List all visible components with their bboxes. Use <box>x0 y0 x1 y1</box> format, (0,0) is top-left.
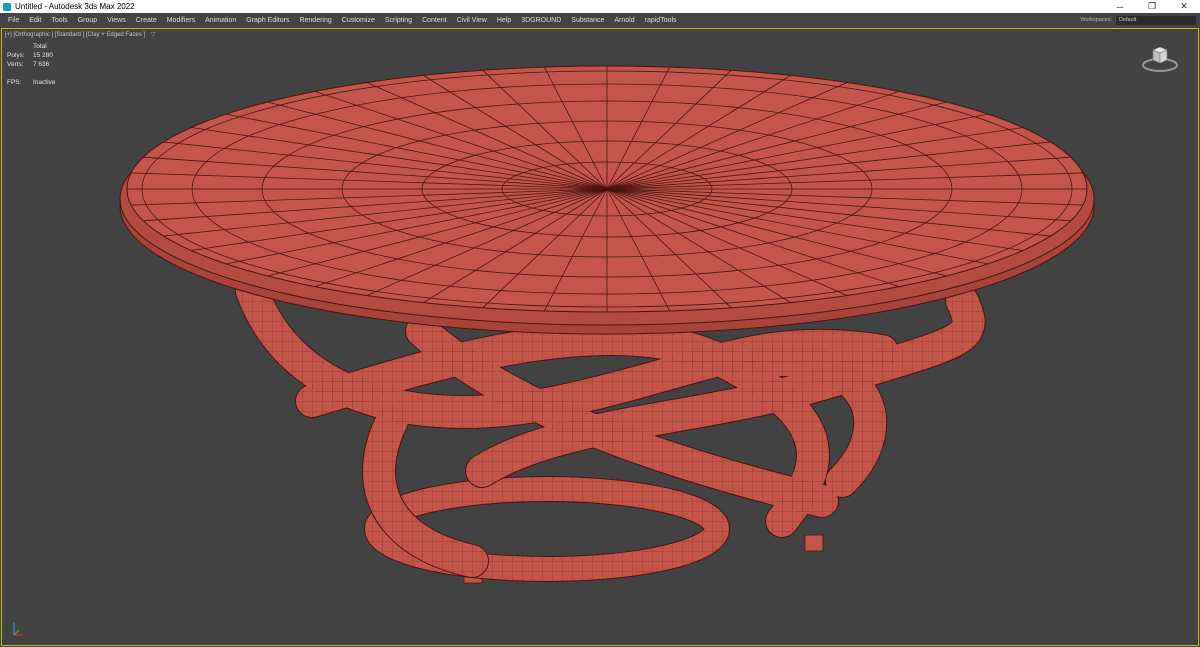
workspaces-selector: Workspaces: Default <box>1080 13 1200 27</box>
minimize-button[interactable]: ─ <box>1104 0 1136 13</box>
menu-help[interactable]: Help <box>492 17 516 24</box>
menu-graph-editors[interactable]: Graph Editors <box>241 17 294 24</box>
table-top <box>119 65 1095 335</box>
menu-modifiers[interactable]: Modifiers <box>162 17 200 24</box>
viewport-label[interactable]: [+] [Orthographic ] [Standard ] [Clay + … <box>5 31 155 38</box>
menu-bar: File Edit Tools Group Views Create Modif… <box>0 13 1200 27</box>
restore-button[interactable]: ❐ <box>1136 0 1168 13</box>
menu-scripting[interactable]: Scripting <box>380 17 417 24</box>
workspaces-dropdown[interactable]: Default <box>1116 15 1196 25</box>
perspective-viewport[interactable]: [+] [Orthographic ] [Standard ] [Clay + … <box>1 28 1199 646</box>
viewport-scene[interactable] <box>2 29 1199 646</box>
verts-value: 7 636 <box>33 61 50 68</box>
menu-animation[interactable]: Animation <box>200 17 241 24</box>
title-bar: Untitled - Autodesk 3ds Max 2022 ─ ❐ ✕ <box>0 0 1200 13</box>
menu-tools[interactable]: Tools <box>46 17 72 24</box>
menu-rapidtools[interactable]: rapidTools <box>640 17 682 24</box>
menu-rendering[interactable]: Rendering <box>294 17 336 24</box>
menu-file[interactable]: File <box>3 17 24 24</box>
verts-label: Verts: <box>7 61 24 68</box>
menu-customize[interactable]: Customize <box>337 17 380 24</box>
fps-label: FPS: <box>7 79 22 86</box>
menu-views[interactable]: Views <box>102 17 131 24</box>
axis-tripod-icon <box>13 622 23 636</box>
menu-content[interactable]: Content <box>417 17 452 24</box>
workspaces-label: Workspaces: <box>1080 17 1112 23</box>
menu-edit[interactable]: Edit <box>24 17 46 24</box>
menu-create[interactable]: Create <box>131 17 162 24</box>
filter-icon[interactable]: ▽ <box>151 32 156 38</box>
stats-header: Total <box>33 43 47 50</box>
fps-value: Inactive <box>33 79 56 86</box>
menu-3dground[interactable]: 3DGROUND <box>516 17 566 24</box>
viewcube-icon[interactable] <box>1140 44 1180 74</box>
polys-label: Polys: <box>7 52 25 59</box>
menu-substance[interactable]: Substance <box>566 17 609 24</box>
viewport-statistics: Total Polys: 15 280 Verts: 7 636 FPS: Inact… <box>7 43 55 88</box>
menu-group[interactable]: Group <box>73 17 102 24</box>
menu-arnold[interactable]: Arnold <box>609 17 639 24</box>
close-button[interactable]: ✕ <box>1168 0 1200 13</box>
window-title: Untitled - Autodesk 3ds Max 2022 <box>15 2 135 11</box>
3dsmax-app-icon <box>3 2 11 11</box>
menu-civil-view[interactable]: Civil View <box>452 17 492 24</box>
polys-value: 15 280 <box>33 52 53 59</box>
viewport-label-text[interactable]: [+] [Orthographic ] [Standard ] [Clay + … <box>5 32 145 38</box>
table-3d-model[interactable] <box>119 65 1095 584</box>
